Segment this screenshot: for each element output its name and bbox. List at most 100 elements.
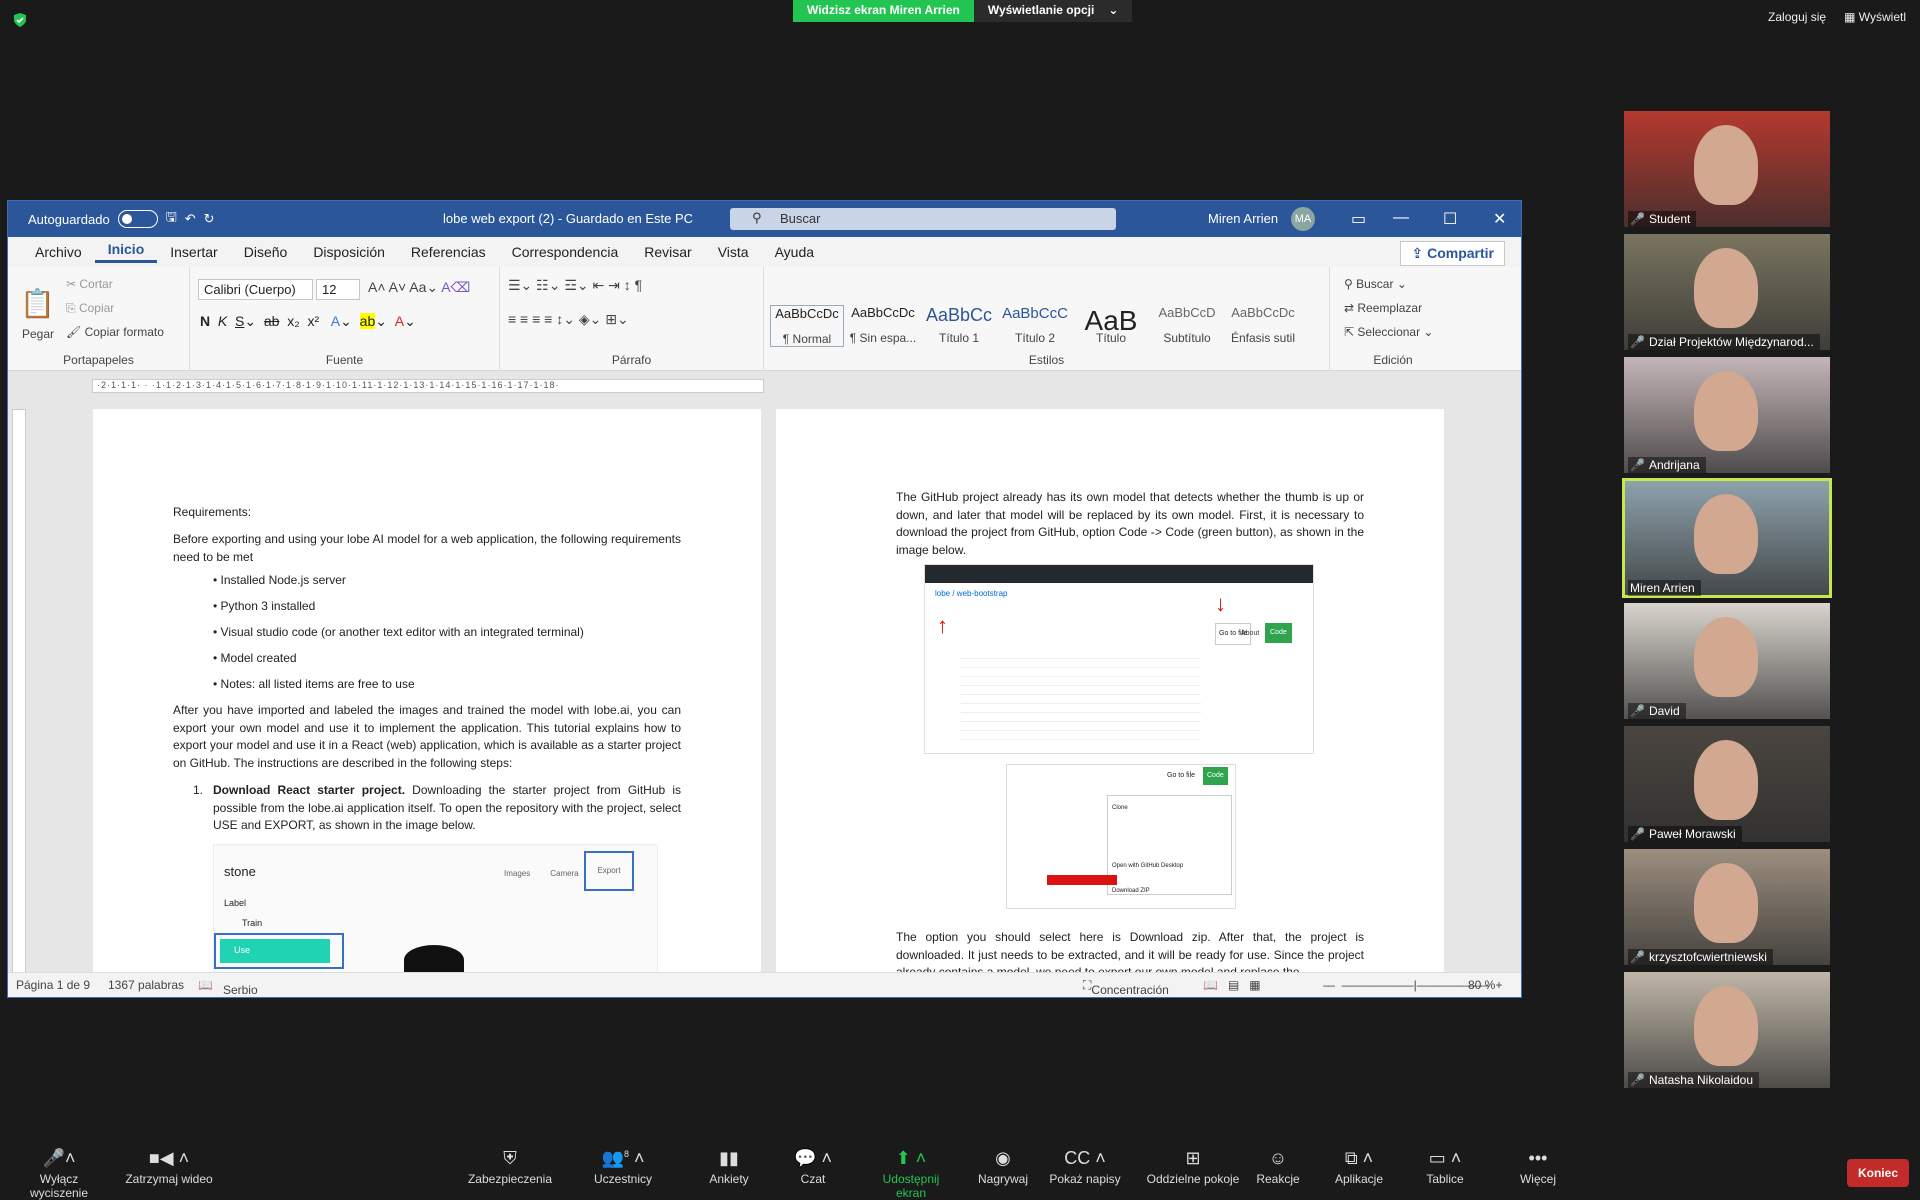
maximize-icon[interactable]: ☐ xyxy=(1443,209,1457,229)
word-count[interactable]: 1367 palabras xyxy=(108,978,184,992)
document-title[interactable]: lobe web export (2) - Guardado en Este P… xyxy=(443,211,693,226)
list-controls[interactable]: ☰⌄ ☷⌄ ☲⌄ ⇤ ⇥ ↕ ¶ xyxy=(508,277,642,294)
format-painter-button[interactable]: 🖌 Copiar formato xyxy=(66,325,164,339)
participant-tile[interactable]: 🎤 David xyxy=(1624,603,1830,719)
tab-inicio[interactable]: Inicio xyxy=(94,241,158,263)
align-controls[interactable]: ≡ ≡ ≡ ≡ ↕⌄ ◈⌄ ⊞⌄ xyxy=(508,311,629,328)
apps-button[interactable]: ⧉ ˄ Aplikacje xyxy=(1314,1148,1404,1186)
arrow-up-icon: ↑ xyxy=(937,613,948,638)
record-button[interactable]: ◉ Nagrywaj xyxy=(958,1148,1048,1186)
participant-tile[interactable]: 🎤 Andrijana xyxy=(1624,357,1830,473)
share-label: Widzisz ekran Miren Arrien xyxy=(793,0,974,22)
cc-icon: CC ˄ xyxy=(1064,1148,1106,1168)
avatar[interactable]: MA xyxy=(1291,207,1315,231)
view-button[interactable]: ▦ Wyświetl xyxy=(1844,10,1906,24)
breakout-rooms-button[interactable]: ⊞ Oddzielne pokoje xyxy=(1138,1148,1248,1186)
font-size-controls[interactable]: A˄ A˅ Aa⌄ A⌫ xyxy=(368,279,470,296)
share-icon: ⇪ xyxy=(1411,245,1424,261)
screen-share-banner: Widzisz ekran Miren Arrien Wyświetlanie … xyxy=(793,0,1133,22)
page-count[interactable]: Página 1 de 9 xyxy=(16,978,90,992)
paste-icon[interactable]: 📋 xyxy=(20,287,55,320)
font-format-controls[interactable]: N K S⌄ ab x₂ x² A⌄ ab⌄ A⌄ xyxy=(200,313,416,330)
body-paragraph: After you have imported and labeled the … xyxy=(173,703,681,770)
participant-tile[interactable]: 🎤 krzysztofcwiertniewski xyxy=(1624,849,1830,965)
cut-button[interactable]: ✂ Cortar xyxy=(66,277,113,291)
style-4[interactable]: AaB Título xyxy=(1074,305,1148,345)
paste-button[interactable]: Pegar xyxy=(22,327,54,341)
stop-video-button[interactable]: ■◀ ˄ Zatrzymaj wideo xyxy=(124,1148,214,1186)
whiteboard-icon: ▭ ˄ xyxy=(1428,1148,1462,1168)
font-group: Calibri (Cuerpo) 12 A˄ A˅ Aa⌄ A⌫ N K S⌄ … xyxy=(190,267,500,371)
style-0[interactable]: AaBbCcDc ¶ Normal xyxy=(770,305,844,347)
redo-icon[interactable]: ↻ xyxy=(204,211,215,227)
signin-link[interactable]: Zaloguj się xyxy=(1768,10,1826,24)
view-buttons[interactable]: 📖 ▤ ▦ xyxy=(1203,978,1261,992)
select-button[interactable]: ⇱ Seleccionar ⌄ xyxy=(1344,325,1433,339)
zoom-level[interactable]: 80 % xyxy=(1468,978,1495,992)
find-button[interactable]: ⚲ Buscar ⌄ xyxy=(1344,277,1407,291)
grid-icon: ⊞ xyxy=(1185,1148,1201,1168)
more-button[interactable]: ••• Więcej xyxy=(1493,1148,1583,1186)
mic-muted-icon: 🎤 xyxy=(1630,335,1645,349)
user-name[interactable]: Miren Arrien xyxy=(1208,211,1278,226)
participant-tile[interactable]: 🎤 Student xyxy=(1624,111,1830,227)
search-input[interactable]: ⚲ Buscar xyxy=(730,208,1116,230)
participant-tile[interactable]: 🎤Miren Arrien xyxy=(1622,478,1832,598)
undo-icon[interactable]: ↶ xyxy=(185,211,196,227)
style-6[interactable]: AaBbCcDc Énfasis sutil xyxy=(1226,305,1300,345)
minimize-icon[interactable]: — xyxy=(1393,209,1409,227)
tab-insertar[interactable]: Insertar xyxy=(157,244,230,260)
apps-icon: ⧉ ˄ xyxy=(1344,1148,1374,1168)
font-size-select[interactable]: 12 xyxy=(316,279,360,300)
list-item: • Visual studio code (or another text ed… xyxy=(213,625,584,639)
polls-button[interactable]: ▮▮ Ankiety xyxy=(684,1148,774,1186)
participant-tile[interactable]: 🎤 Natasha Nikolaidou xyxy=(1624,972,1830,1088)
whiteboard-button[interactable]: ▭ ˄ Tablice xyxy=(1400,1148,1490,1186)
participant-tile[interactable]: 🎤 Paweł Morawski xyxy=(1624,726,1830,842)
arrow-right-icon xyxy=(1047,875,1117,885)
tab-referencias[interactable]: Referencias xyxy=(398,244,499,260)
share-button[interactable]: ⇪ Compartir xyxy=(1400,241,1505,266)
label-item: Label xyxy=(224,898,247,908)
replace-button[interactable]: ⇄ Reemplazar xyxy=(1344,301,1422,315)
participant-video xyxy=(1694,740,1758,820)
page-2[interactable]: The GitHub project already has its own m… xyxy=(776,409,1444,974)
style-5[interactable]: AaBbCcD Subtítulo xyxy=(1150,305,1224,345)
tab-vista[interactable]: Vista xyxy=(705,244,762,260)
language[interactable]: 📖 Serbio (latino, Serbia) xyxy=(198,978,258,997)
close-icon[interactable]: ✕ xyxy=(1493,209,1506,229)
security-button[interactable]: ⛨ Zabezpieczenia xyxy=(465,1148,555,1186)
record-icon: ◉ xyxy=(995,1148,1011,1168)
meeting-toolbar: 🎤˄ Wyłącz wyciszenie ■◀ ˄ Zatrzymaj wideo … xyxy=(0,1140,1920,1200)
unmute-button[interactable]: 🎤˄ Wyłącz wyciszenie xyxy=(14,1148,104,1200)
copy-button[interactable]: ⎘ Copiar xyxy=(66,301,114,316)
tab-disposicion[interactable]: Disposición xyxy=(300,244,398,260)
autosave-toggle[interactable] xyxy=(117,210,158,228)
tab-diseno[interactable]: Diseño xyxy=(231,244,301,260)
share-screen-button[interactable]: ⬆ ˄ Udostępnij ekran xyxy=(866,1148,956,1200)
chat-button[interactable]: 💬 ˄ Czat xyxy=(768,1148,858,1186)
participant-tile[interactable]: 🎤 Dział Projektów Międzynarod... xyxy=(1624,234,1830,350)
tab-archivo[interactable]: Archivo xyxy=(22,244,95,260)
font-label: Fuente xyxy=(325,353,364,367)
reactions-button[interactable]: ☺ Reakcje xyxy=(1233,1148,1323,1186)
participants-button[interactable]: 👥8 ˄ Uczestnicy xyxy=(578,1148,668,1186)
participant-video xyxy=(1694,248,1758,328)
chat-icon: 💬 ˄ xyxy=(794,1148,832,1168)
camera-icon: ■◀ ˄ xyxy=(148,1148,190,1168)
ribbon-display-icon[interactable]: ▭ xyxy=(1351,209,1366,229)
tab-correspondencia[interactable]: Correspondencia xyxy=(499,244,632,260)
captions-button[interactable]: CC ˄ Pokaż napisy xyxy=(1040,1148,1130,1186)
font-name-select[interactable]: Calibri (Cuerpo) xyxy=(198,279,313,300)
tab-revisar[interactable]: Revisar xyxy=(631,244,704,260)
save-icon[interactable]: 🖫 xyxy=(166,208,177,230)
style-1[interactable]: AaBbCcDc ¶ Sin espa... xyxy=(846,305,920,345)
end-meeting-button[interactable]: Koniec xyxy=(1847,1159,1909,1187)
tab-ayuda[interactable]: Ayuda xyxy=(762,244,827,260)
style-2[interactable]: AaBbCc Título 1 xyxy=(922,305,996,345)
page-1[interactable]: Requirements: Before exporting and using… xyxy=(93,409,761,974)
use-item: Use xyxy=(220,939,330,963)
focus-button[interactable]: ⛶ Concentración xyxy=(1083,978,1169,997)
style-3[interactable]: AaBbCcC Título 2 xyxy=(998,305,1072,345)
view-options-button[interactable]: Wyświetlanie opcji ⌄ xyxy=(973,0,1133,22)
